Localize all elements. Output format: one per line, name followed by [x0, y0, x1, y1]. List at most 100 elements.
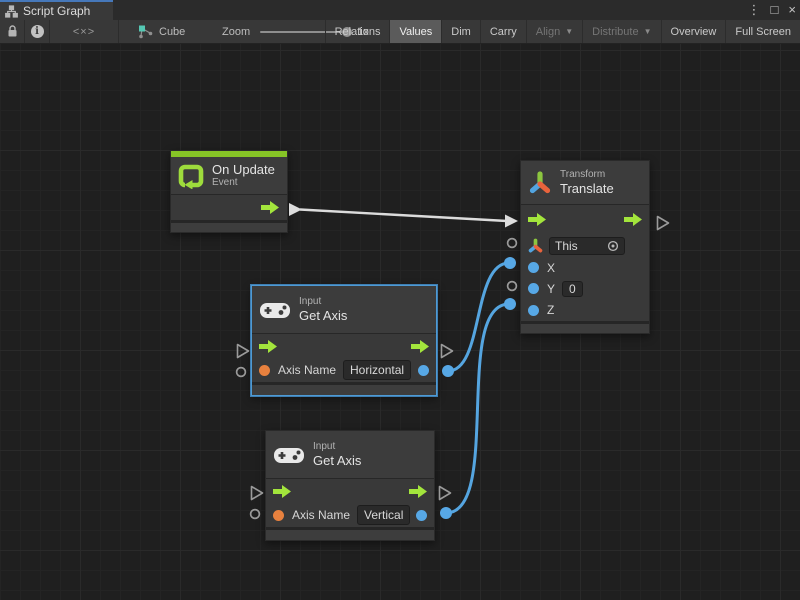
tab-title: Script Graph: [23, 4, 90, 18]
y-port-marker[interactable]: [506, 280, 518, 292]
result-port[interactable]: [416, 510, 427, 521]
x-input-row: X: [521, 257, 649, 278]
axis-name-field[interactable]: Vertical: [357, 505, 410, 525]
close-icon[interactable]: ×: [788, 0, 796, 20]
value-port-x[interactable]: [528, 262, 539, 273]
z-label: Z: [547, 303, 554, 317]
info-icon: i: [31, 25, 44, 38]
exec-connection-onupdate-translate[interactable]: [289, 203, 518, 228]
exec-output-port[interactable]: [409, 485, 427, 498]
value-connection-horizontal-x[interactable]: [442, 257, 516, 377]
axis-name-row: Axis Name Horizontal: [252, 358, 436, 382]
gamepad-icon: [259, 299, 291, 321]
chevron-down-icon: ▼: [644, 27, 652, 36]
graph-toolbar: i <×> Cube Zoom 1x Relations Values Dim: [0, 20, 800, 44]
node-category: Transform: [560, 169, 614, 181]
axis-name-port[interactable]: [259, 365, 270, 376]
code-preview-button[interactable]: <×>: [50, 20, 119, 43]
axis-name-label: Axis Name: [278, 363, 336, 377]
this-target-field[interactable]: This: [549, 237, 625, 255]
node-title: On Update: [212, 162, 275, 178]
distribute-dropdown[interactable]: Distribute ▼: [582, 20, 660, 43]
x-label: X: [547, 261, 555, 275]
node-footer: [252, 382, 436, 395]
maximize-icon[interactable]: □: [771, 0, 779, 20]
node-category: Input: [299, 296, 347, 308]
relations-button[interactable]: Relations: [325, 20, 390, 43]
menu-icon[interactable]: ⋮: [748, 0, 761, 20]
lock-icon: [7, 25, 18, 38]
script-graph-window: Script Graph ⋮ □ × i <×>: [0, 0, 800, 600]
exec-output-marker[interactable]: [438, 485, 452, 501]
node-title: Translate: [560, 181, 614, 197]
graph-breadcrumb[interactable]: Cube: [138, 20, 185, 43]
overview-button[interactable]: Overview: [661, 20, 726, 43]
exec-output-row: [171, 195, 287, 220]
exec-input-marker[interactable]: [236, 343, 250, 359]
value-port-z[interactable]: [528, 305, 539, 316]
chevron-down-icon: ▼: [565, 27, 573, 36]
exec-output-port[interactable]: [411, 340, 429, 353]
graph-canvas[interactable]: On Update Event: [0, 44, 800, 600]
exec-row: [521, 205, 649, 234]
zoom-label: Zoom: [222, 26, 250, 38]
exec-output-port[interactable]: [624, 213, 642, 226]
axis-name-port[interactable]: [273, 510, 284, 521]
node-title: Get Axis: [299, 308, 347, 324]
y-value-field[interactable]: 0: [562, 281, 583, 297]
get-axis-header: Input Get Axis: [266, 431, 434, 478]
exec-input-port[interactable]: [259, 340, 277, 353]
transform-port-icon[interactable]: [528, 238, 543, 254]
tab-script-graph[interactable]: Script Graph: [0, 0, 113, 20]
get-axis-horizontal-node[interactable]: Input Get Axis Axis Name H: [251, 285, 437, 396]
y-input-row: Y 0: [521, 278, 649, 299]
on-update-node[interactable]: On Update Event: [170, 150, 288, 233]
exec-input-port[interactable]: [528, 213, 546, 226]
value-port-y[interactable]: [528, 283, 539, 294]
values-button[interactable]: Values: [389, 20, 441, 43]
on-update-header: On Update Event: [171, 157, 287, 194]
exec-output-marker[interactable]: [656, 215, 670, 231]
gamepad-icon: [273, 444, 305, 466]
exec-input-port[interactable]: [273, 485, 291, 498]
toolbar-buttons: Relations Values Dim Carry Align ▼ Distr…: [325, 20, 800, 43]
exec-row: [266, 479, 434, 503]
tab-bar: Script Graph ⋮ □ ×: [0, 0, 800, 20]
result-port[interactable]: [418, 365, 429, 376]
graph-name-label: Cube: [159, 26, 185, 38]
axis-name-label: Axis Name: [292, 508, 350, 522]
z-input-row: Z: [521, 299, 649, 321]
exec-row: [252, 334, 436, 358]
this-port-marker[interactable]: [506, 237, 518, 249]
info-button[interactable]: i: [25, 20, 50, 43]
node-subtitle: Event: [212, 177, 275, 189]
axis-port-marker[interactable]: [235, 366, 247, 378]
axis-port-marker[interactable]: [249, 508, 261, 520]
carry-button[interactable]: Carry: [480, 20, 526, 43]
axis-name-row: Axis Name Vertical: [266, 503, 434, 527]
exec-output-port[interactable]: [261, 201, 279, 214]
code-icon: <×>: [73, 26, 95, 38]
full-screen-button[interactable]: Full Screen: [725, 20, 800, 43]
lock-button[interactable]: [0, 20, 25, 43]
translate-node[interactable]: Transform Translate: [520, 160, 650, 334]
transform-icon: [528, 169, 552, 197]
align-dropdown[interactable]: Align ▼: [526, 20, 582, 43]
node-title: Get Axis: [313, 453, 361, 469]
loop-event-icon: [178, 163, 204, 189]
node-category: Input: [313, 441, 361, 453]
exec-input-marker[interactable]: [250, 485, 264, 501]
get-axis-header: Input Get Axis: [252, 286, 436, 333]
node-footer: [521, 321, 649, 333]
y-label: Y: [547, 282, 555, 296]
axis-name-field[interactable]: Horizontal: [343, 360, 411, 380]
object-picker-icon[interactable]: [607, 240, 619, 252]
target-row: This: [521, 234, 649, 257]
get-axis-vertical-node[interactable]: Input Get Axis Axis Name V: [265, 430, 435, 541]
exec-output-marker[interactable]: [440, 343, 454, 359]
dim-button[interactable]: Dim: [441, 20, 480, 43]
graph-icon: [138, 25, 153, 39]
script-graph-icon: [5, 5, 18, 18]
window-controls: ⋮ □ ×: [748, 0, 796, 20]
translate-header: Transform Translate: [521, 161, 649, 204]
